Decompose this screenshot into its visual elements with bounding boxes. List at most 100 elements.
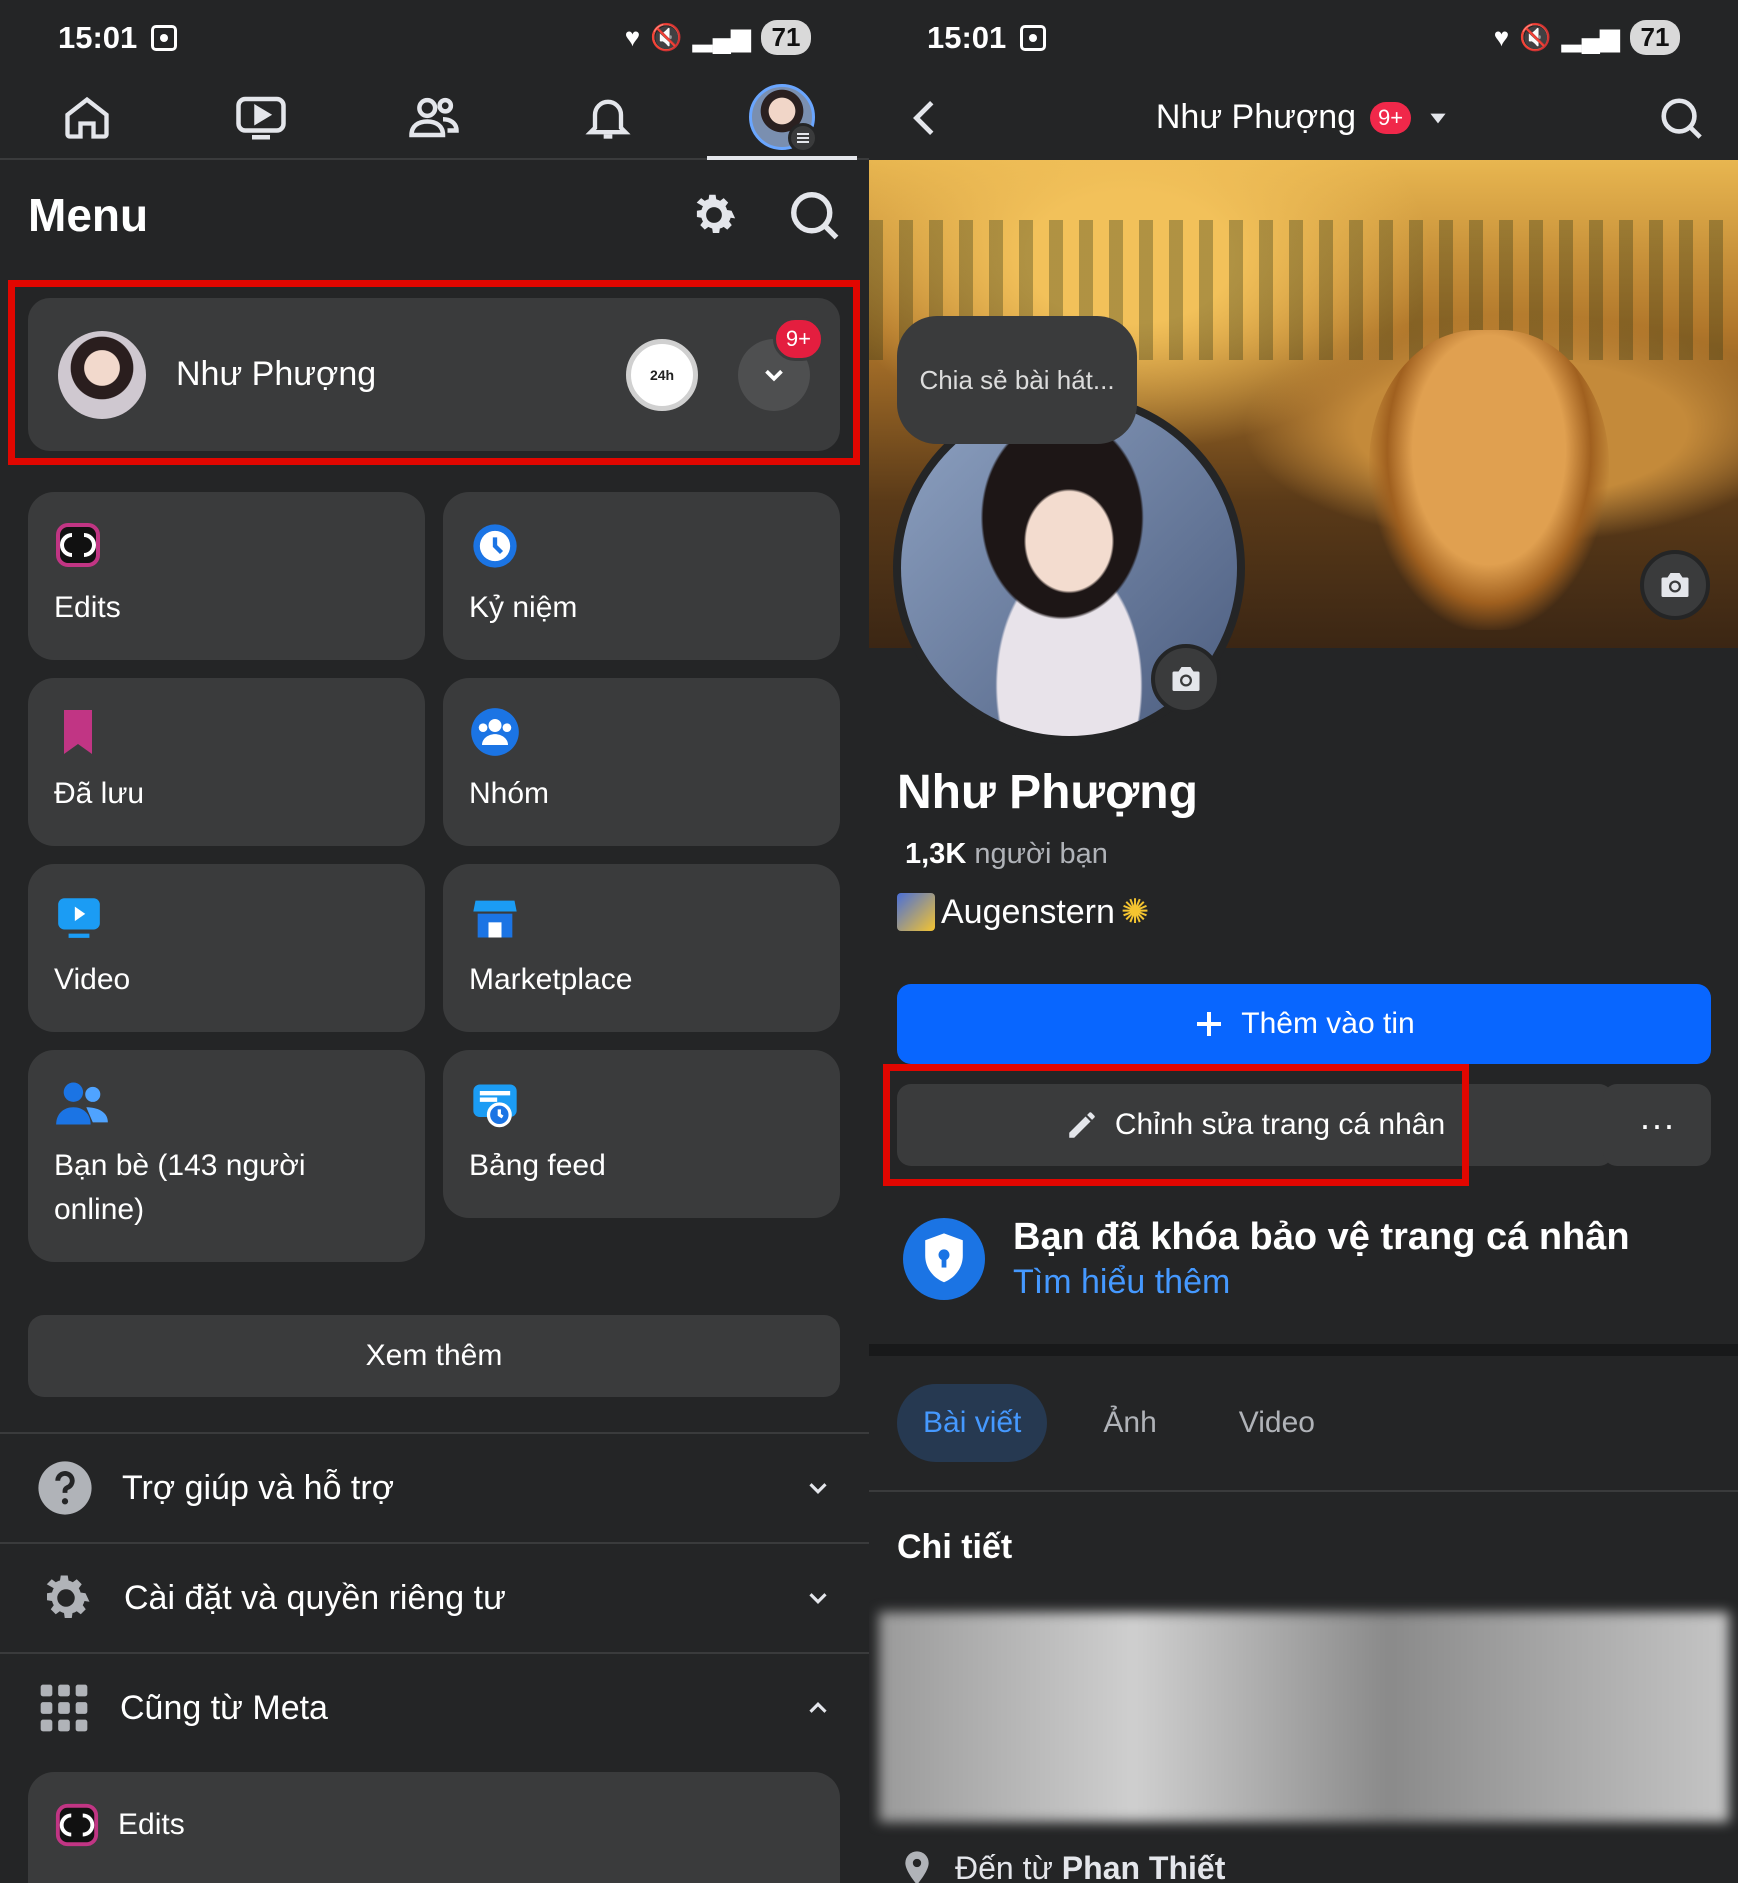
edit-profile-button[interactable]: Chỉnh sửa trang cá nhân xyxy=(897,1084,1613,1166)
profile-name: Như Phượng xyxy=(176,355,377,393)
share-song-bubble[interactable]: Chia sẻ bài hát... xyxy=(897,316,1137,444)
caret-down-icon xyxy=(1430,113,1446,123)
shortcut-label: Video xyxy=(54,963,131,996)
shield-lock-icon xyxy=(903,1218,985,1300)
tab-home[interactable] xyxy=(0,75,174,158)
shortcut-marketplace[interactable]: Marketplace xyxy=(443,864,840,1032)
header-name: Như Phượng xyxy=(1155,98,1357,136)
switch-profile-button[interactable]: 9+ xyxy=(738,316,824,411)
blurred-content xyxy=(879,1612,1729,1822)
section-label: Cài đặt và quyền riêng tư xyxy=(124,1578,506,1617)
edits-icon xyxy=(56,523,100,567)
tab-notifications[interactable] xyxy=(521,75,695,158)
learn-more-link[interactable]: Tìm hiểu thêm xyxy=(1013,1263,1630,1302)
edit-profile-label: Chỉnh sửa trang cá nhân xyxy=(1114,1108,1446,1141)
settings-icon xyxy=(46,1575,90,1618)
edit-avatar-button[interactable] xyxy=(1151,644,1221,714)
screen-record-icon xyxy=(1020,24,1047,51)
shortcut-label: Edits xyxy=(54,591,121,624)
shortcut-label: Nhóm xyxy=(469,777,550,810)
header-title[interactable]: Như Phượng 9+ xyxy=(1156,98,1451,137)
shortcut-memories[interactable]: Kỷ niệm xyxy=(443,492,840,660)
divider xyxy=(869,1344,1738,1356)
profile-header: Như Phượng 9+ xyxy=(869,75,1738,160)
profile-tabs: Bài viết Ảnh Video xyxy=(897,1384,1341,1462)
camera-icon xyxy=(1172,667,1200,691)
search-icon[interactable] xyxy=(1658,95,1704,141)
shortcut-edits[interactable]: Edits xyxy=(28,492,425,660)
signal-icon: ▂▄▆ xyxy=(692,22,751,52)
section-meta[interactable]: Cũng từ Meta xyxy=(0,1652,869,1762)
friends-icon xyxy=(56,1082,108,1125)
profile-bio: Augenstern ✺ xyxy=(897,892,1149,932)
shortcut-label: Bạn bè (143 người online) xyxy=(54,1149,306,1226)
menu-header: Menu xyxy=(28,180,841,250)
shortcut-video[interactable]: Video xyxy=(28,864,425,1032)
home-icon xyxy=(65,96,109,139)
sunflower-icon: ✺ xyxy=(1120,893,1150,931)
section-help[interactable]: Trợ giúp và hỗ trợ xyxy=(0,1432,869,1542)
tab-videos[interactable]: Video xyxy=(1213,1384,1341,1462)
tab-posts[interactable]: Bài viết xyxy=(897,1384,1048,1462)
edit-cover-button[interactable] xyxy=(1640,550,1710,620)
friends-count[interactable]: 1,3K người bạn xyxy=(905,838,1108,871)
bio-text: Augenstern xyxy=(941,892,1115,931)
shortcut-saved[interactable]: Đã lưu xyxy=(28,678,425,846)
from-place[interactable]: Phan Thiết xyxy=(1062,1850,1226,1883)
add-to-story-button[interactable]: Thêm vào tin xyxy=(897,984,1711,1064)
shortcut-feed[interactable]: Bảng feed xyxy=(443,1050,840,1218)
groups-icon xyxy=(471,708,519,756)
share-song-label: Chia sẻ bài hát... xyxy=(919,364,1115,395)
chevron-down-icon xyxy=(809,1593,827,1604)
tab-video[interactable] xyxy=(174,75,348,158)
sparkle-star-icon xyxy=(897,893,935,931)
menu-screen: 15:01 ♥ 🔇 ▂▄▆ 71 Menu Như Phượng 24h 9+ … xyxy=(0,0,869,1883)
section-label: Cũng từ Meta xyxy=(120,1688,328,1727)
top-nav xyxy=(0,75,869,160)
section-settings[interactable]: Cài đặt và quyền riêng tư xyxy=(0,1542,869,1652)
friends-nav-icon xyxy=(409,97,460,137)
gear-icon[interactable] xyxy=(687,188,741,242)
page-title: Menu xyxy=(28,189,149,241)
profile-lock-notice: Bạn đã khóa bảo vệ trang cá nhân Tìm hiể… xyxy=(903,1216,1630,1302)
tab-friends[interactable] xyxy=(348,75,522,158)
story-ring[interactable]: 24h xyxy=(626,338,698,411)
nav-avatar xyxy=(749,83,819,153)
back-arrow-icon[interactable] xyxy=(903,95,949,141)
divider xyxy=(869,1490,1738,1492)
meta-app-edits[interactable]: Edits xyxy=(28,1772,840,1883)
camera-icon xyxy=(1661,573,1689,597)
profile-screen: 15:01 ♥ 🔇 ▂▄▆ 71 Như Phượng 9+ Chia sẻ b… xyxy=(869,0,1738,1883)
edits-icon xyxy=(55,1803,99,1847)
chevron-down-icon xyxy=(765,369,783,381)
notification-badge: 9+ xyxy=(1370,101,1412,134)
bell-icon xyxy=(585,99,631,139)
signal-icon: ▂▄▆ xyxy=(1561,22,1620,52)
more-options-button[interactable]: ··· xyxy=(1603,1084,1711,1166)
tab-photos[interactable]: Ảnh xyxy=(1077,1384,1182,1462)
from-location: Đến từ Phan Thiết xyxy=(897,1848,1225,1883)
status-bar: 15:01 ♥ 🔇 ▂▄▆ 71 xyxy=(869,0,1738,75)
status-bar: 15:01 ♥ 🔇 ▂▄▆ 71 xyxy=(0,0,869,75)
avatar xyxy=(58,330,146,419)
friends-label: người bạn xyxy=(974,838,1108,870)
friends-number: 1,3K xyxy=(905,838,967,870)
shortcut-groups[interactable]: Nhóm xyxy=(443,678,840,846)
status-time: 15:01 xyxy=(58,19,138,55)
search-icon[interactable] xyxy=(787,188,841,242)
mute-icon: 🔇 xyxy=(650,22,683,52)
see-more-button[interactable]: Xem thêm xyxy=(28,1315,840,1397)
shortcut-label: Đã lưu xyxy=(54,777,145,810)
chevron-down-icon xyxy=(809,1483,827,1494)
tab-menu[interactable] xyxy=(695,75,869,160)
shortcut-label: Marketplace xyxy=(469,963,633,996)
memories-icon xyxy=(473,524,517,568)
battery-indicator: 71 xyxy=(1630,20,1680,55)
video-tv-icon xyxy=(235,96,286,139)
battery-indicator: 71 xyxy=(761,20,811,55)
shortcut-grid: Edits Kỷ niệm Đã lưu Nhóm Video Marketpl… xyxy=(28,492,840,1262)
help-icon xyxy=(38,1461,92,1515)
profile-card[interactable]: Như Phượng 24h 9+ xyxy=(28,298,840,451)
shortcut-friends[interactable]: Bạn bè (143 người online) xyxy=(28,1050,425,1262)
bookmark-icon xyxy=(64,710,92,754)
